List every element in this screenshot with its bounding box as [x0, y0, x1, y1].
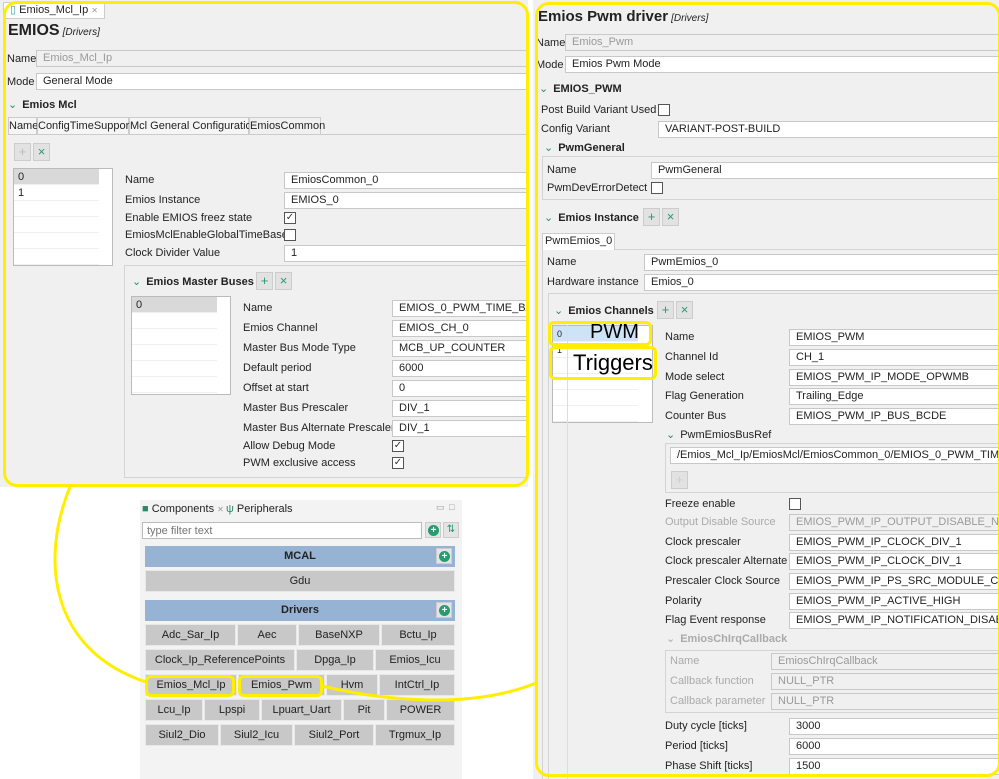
connector-line-mcl [53, 486, 147, 684]
connector-line-pwm [321, 681, 537, 702]
connector-lines [53, 486, 537, 702]
